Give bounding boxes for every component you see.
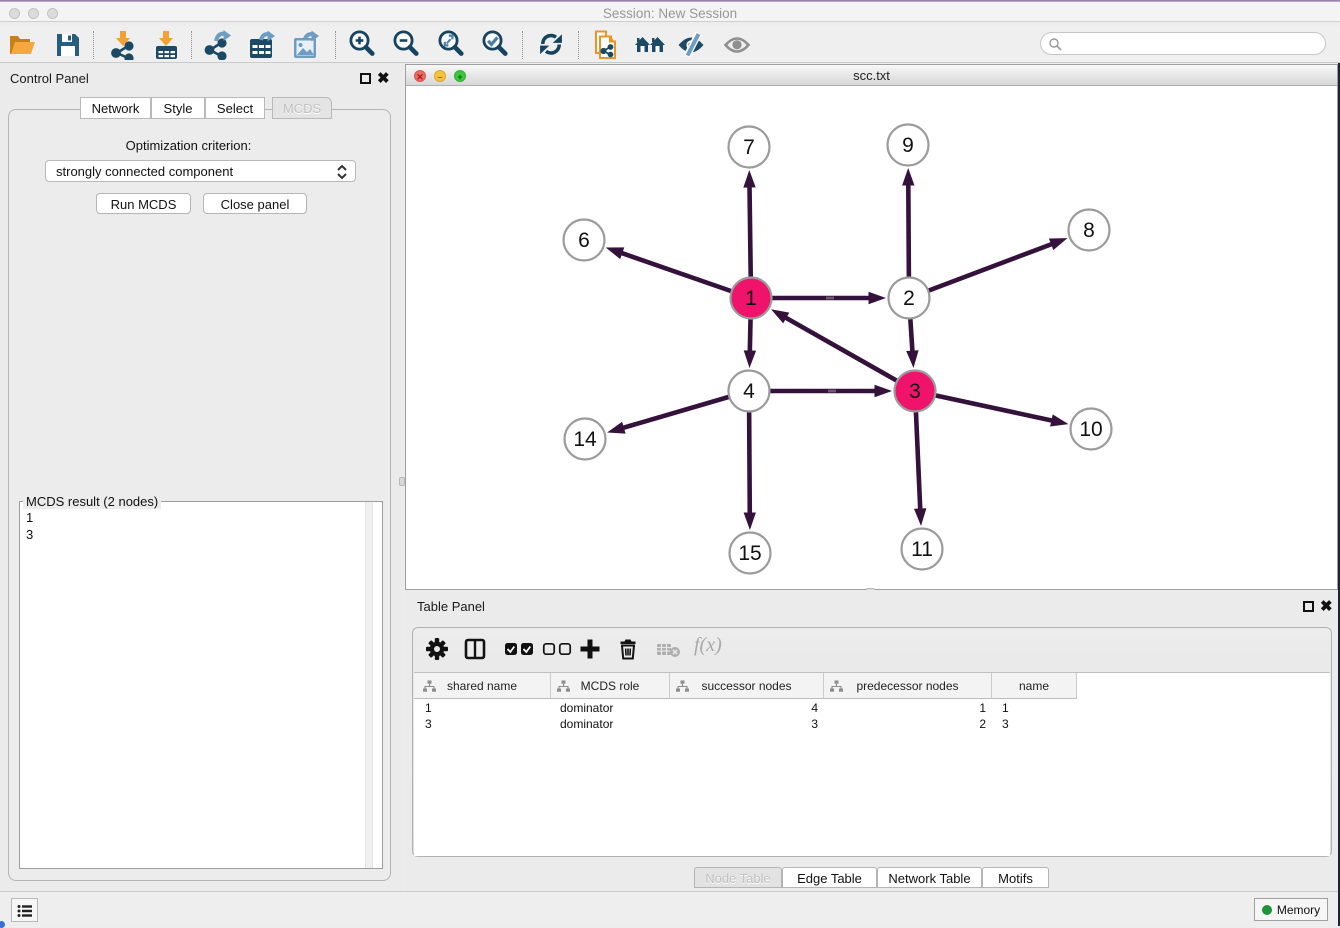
svg-text:6: 6	[578, 229, 590, 252]
svg-text:15: 15	[738, 542, 761, 565]
svg-text:4: 4	[743, 380, 755, 403]
svg-text:8: 8	[1083, 219, 1095, 242]
svg-text:2: 2	[903, 287, 915, 310]
svg-text:1: 1	[745, 287, 757, 310]
svg-text:7: 7	[743, 136, 755, 159]
svg-text:11: 11	[911, 538, 933, 561]
svg-text:3: 3	[909, 380, 921, 403]
svg-text:10: 10	[1079, 418, 1102, 441]
svg-text:9: 9	[902, 134, 914, 157]
svg-text:14: 14	[573, 428, 597, 451]
